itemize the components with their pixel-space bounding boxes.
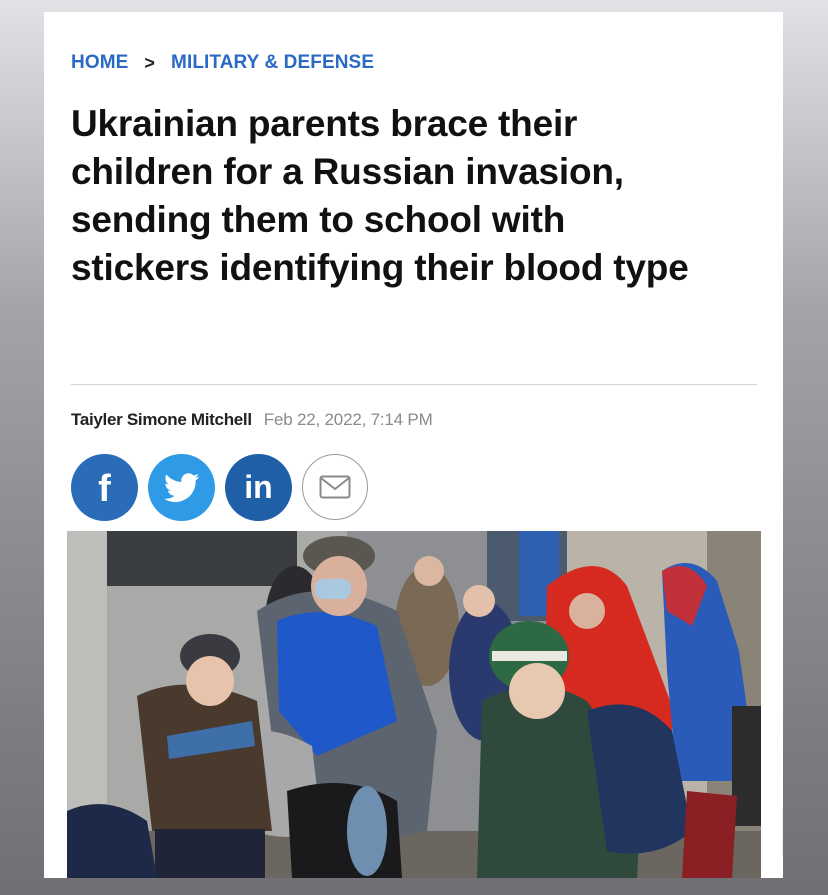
news-photo [67, 531, 761, 878]
linkedin-glyph: in [244, 469, 272, 505]
share-bar: f in [71, 454, 368, 521]
article-photo [67, 531, 761, 878]
byline: Taiyler Simone Mitchell Feb 22, 2022, 7:… [71, 410, 433, 430]
breadcrumb-section-link[interactable]: MILITARY & DEFENSE [171, 52, 374, 74]
article-card: HOME > MILITARY & DEFENSE Ukrainian pare… [44, 12, 783, 878]
email-share-button[interactable] [302, 454, 368, 520]
breadcrumb: HOME > MILITARY & DEFENSE [71, 52, 374, 74]
facebook-glyph: f [98, 468, 111, 510]
twitter-share-button[interactable] [148, 454, 215, 521]
breadcrumb-home-link[interactable]: HOME [71, 52, 128, 74]
facebook-share-button[interactable]: f [71, 454, 138, 521]
linkedin-icon: in [244, 469, 272, 505]
mail-icon [319, 475, 351, 499]
twitter-icon [163, 472, 199, 502]
close-button[interactable]: ✕ [782, 809, 783, 857]
chevron-right-icon: > [144, 52, 156, 73]
linkedin-share-button[interactable]: in [225, 454, 292, 521]
facebook-icon: f [98, 468, 111, 510]
author-name[interactable]: Taiyler Simone Mitchell [71, 410, 252, 430]
article-headline: Ukrainian parents brace their children f… [71, 103, 689, 288]
publish-date: Feb 22, 2022, 7:14 PM [263, 410, 433, 429]
divider [71, 384, 757, 385]
